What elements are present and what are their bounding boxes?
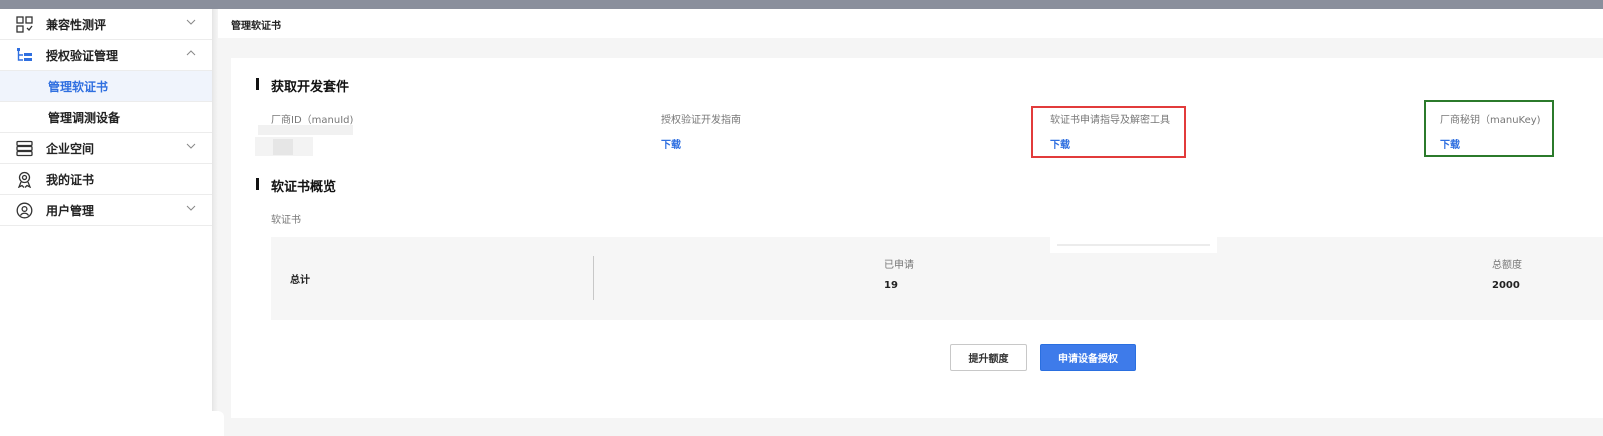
- sidebar-item-auth[interactable]: 授权验证管理: [0, 40, 212, 71]
- apply-device-auth-button[interactable]: 申请设备授权: [1040, 344, 1136, 371]
- manu-id-value-masked: [258, 125, 353, 135]
- breadcrumb: 管理软证书: [218, 9, 1603, 38]
- manu-id-label: 厂商ID（manuId): [271, 115, 354, 126]
- chevron-down-icon[interactable]: [186, 141, 196, 151]
- raise-quota-button[interactable]: 提升额度: [950, 344, 1027, 371]
- chevron-down-icon[interactable]: [186, 203, 196, 213]
- sidebar-item-label: 兼容性测评: [46, 17, 107, 32]
- sidebar: 兼容性测评 授权验证管理 管理软证书 管理调测设备 企业空间 我的证书 用户管理: [0, 9, 213, 436]
- applied-value: 19: [884, 280, 898, 291]
- top-bar: [0, 0, 1603, 9]
- highlight-green-box: [1424, 100, 1554, 157]
- highlight-red-box: [1031, 106, 1186, 158]
- guide-label: 授权验证开发指南: [661, 115, 741, 126]
- sidebar-item-manage-soft-cert[interactable]: 管理软证书: [0, 71, 212, 102]
- server-icon: [15, 139, 33, 157]
- sidebar-item-compatibility[interactable]: 兼容性测评: [0, 9, 212, 40]
- quota-label: 总额度: [1492, 260, 1522, 271]
- soft-cert-label: 软证书: [271, 215, 301, 226]
- total-label: 总计: [290, 275, 310, 286]
- breadcrumb-current: 管理软证书: [231, 21, 281, 32]
- section-marker: [256, 178, 259, 190]
- sidebar-shadow: [213, 9, 218, 436]
- chevron-down-icon[interactable]: [186, 17, 196, 27]
- compatibility-icon: [15, 15, 33, 33]
- overlay-strip-line: [1057, 244, 1210, 246]
- sidebar-item-label: 我的证书: [46, 172, 95, 187]
- sidebar-item-label: 企业空间: [46, 141, 95, 156]
- sidebar-item-label: 授权验证管理: [46, 48, 119, 63]
- auth-tree-icon: [15, 46, 33, 64]
- overview-title: 软证书概览: [271, 180, 337, 195]
- sidebar-item-user-mgmt[interactable]: 用户管理: [0, 195, 212, 226]
- sidebar-item-label: 用户管理: [46, 203, 95, 218]
- sidebar-item-manage-debug-devices[interactable]: 管理调测设备: [0, 102, 212, 133]
- certificate-icon: [15, 170, 33, 188]
- divider: [593, 256, 594, 300]
- user-icon: [15, 201, 33, 219]
- devkit-title: 获取开发套件: [271, 80, 350, 95]
- bottom-tab: [0, 411, 224, 436]
- manu-id-value-masked: [273, 139, 293, 155]
- chevron-up-icon[interactable]: [186, 48, 196, 58]
- sidebar-item-my-cert[interactable]: 我的证书: [0, 164, 212, 195]
- applied-label: 已申请: [884, 260, 914, 271]
- quota-value: 2000: [1492, 280, 1520, 291]
- guide-download-link[interactable]: 下载: [661, 136, 681, 151]
- sidebar-item-enterprise[interactable]: 企业空间: [0, 133, 212, 164]
- summary-panel: 总计 已申请 19 总额度 2000: [271, 237, 1603, 320]
- section-marker: [256, 78, 259, 90]
